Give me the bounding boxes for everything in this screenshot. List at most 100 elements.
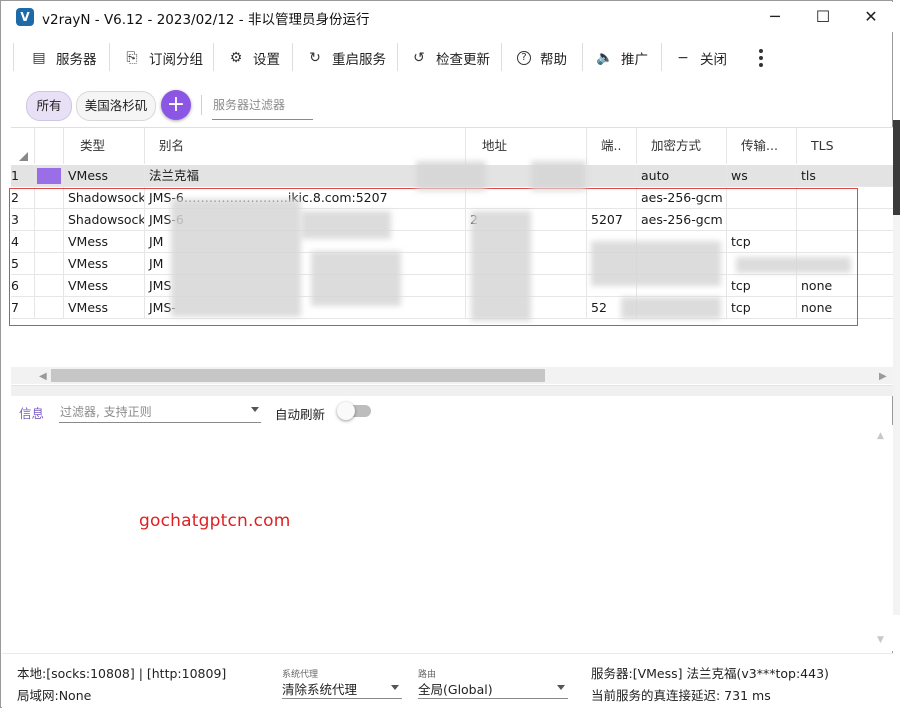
main-toolbar: ▤ 服务器 ⎘ 订阅分组 ⚙ 设置 ↻ 重启服务 ↺ 检查更新 ? 帮助 �: [11, 39, 893, 77]
auto-refresh-toggle[interactable]: [337, 402, 371, 420]
cell-security: aes-256-gcm: [637, 187, 727, 208]
local-ports-status: 本地:[socks:10808] | [http:10809]: [17, 666, 227, 681]
toolbar-separator: [109, 43, 110, 71]
maximize-button[interactable]: ☐: [800, 6, 846, 28]
header-port[interactable]: 端..: [587, 128, 637, 164]
system-proxy-dropdown[interactable]: 清除系统代理: [282, 678, 402, 699]
help-button[interactable]: ? 帮助: [517, 39, 567, 77]
latency-status: 当前服务的真连接延迟: 731 ms: [591, 688, 771, 703]
close-window-button[interactable]: ✕: [848, 6, 894, 28]
scroll-left-icon[interactable]: ◀: [39, 371, 47, 382]
header-network[interactable]: 传输...: [727, 128, 797, 164]
table-row[interactable]: 7 VMess JMS- 52 tcp none: [11, 297, 893, 319]
row-color-cell: [35, 209, 64, 230]
close-app-label: 关闭: [700, 52, 727, 68]
restart-icon: ↻: [309, 50, 321, 66]
cell-port: 52: [587, 297, 637, 318]
header-address[interactable]: 地址: [466, 128, 587, 164]
scroll-right-icon[interactable]: ▶: [879, 371, 887, 382]
routing-dropdown[interactable]: 全局(Global): [418, 678, 568, 699]
cell-address: 2: [466, 209, 587, 230]
cell-address: [466, 165, 587, 186]
maximize-icon: ☐: [815, 7, 831, 26]
more-dots-icon: [759, 49, 763, 53]
log-filter-placeholder: 过滤器, 支持正则: [60, 405, 152, 419]
table-row[interactable]: 6 VMess JMS tcp none: [11, 275, 893, 297]
cell-tls: [797, 187, 893, 208]
cell-network: tcp: [727, 275, 797, 296]
check-update-button[interactable]: ↺ 检查更新: [411, 39, 490, 77]
cell-alias: JMS: [145, 275, 466, 296]
table-row[interactable]: 2 Shadowsocks JMS-6…………………….ikic.8.com:520…: [11, 187, 893, 209]
cell-tls: none: [801, 278, 833, 293]
chip-all[interactable]: 所有: [26, 91, 72, 121]
panel-splitter[interactable]: [11, 385, 893, 396]
more-options-button[interactable]: [751, 39, 771, 77]
cell-network: ws: [727, 165, 797, 186]
row-color-cell: [35, 187, 64, 208]
background-window-edge: [893, 120, 900, 215]
promote-label: 推广: [621, 52, 648, 68]
header-color: [35, 128, 64, 164]
header-tls[interactable]: TLS: [797, 128, 893, 164]
header-type[interactable]: 类型: [64, 128, 145, 164]
scrollbar-thumb[interactable]: [51, 369, 545, 382]
cell-address: [466, 231, 587, 252]
toolbar-separator: [397, 43, 398, 71]
cell-network: [727, 209, 797, 230]
cell-address: [466, 275, 587, 296]
header-index: [11, 128, 35, 164]
settings-label: 设置: [253, 52, 280, 68]
cell-tls: [797, 209, 893, 230]
cell-network: [727, 253, 797, 274]
server-icon: ▤: [32, 50, 46, 66]
help-icon: ?: [517, 51, 531, 65]
toggle-knob: [337, 402, 355, 420]
cell-address: [466, 187, 587, 208]
chip-us-los-angeles[interactable]: 美国洛杉矶: [76, 91, 156, 121]
row-color-cell: [35, 275, 64, 296]
grid-horizontal-scrollbar[interactable]: ◀ ▶: [11, 367, 893, 384]
cell-index: 1: [11, 165, 35, 186]
plus-icon: +: [166, 92, 186, 117]
subscription-button[interactable]: ⎘ 订阅分组: [124, 39, 203, 77]
log-output-area[interactable]: [11, 425, 893, 651]
status-bar: 本地:[socks:10808] | [http:10809] 局域网:None…: [2, 653, 893, 709]
log-info-tab[interactable]: 信息: [19, 403, 44, 422]
minimize-button[interactable]: ─: [752, 6, 798, 28]
cell-type: VMess: [64, 297, 145, 318]
title-bar: V v2rayN - V6.12 - 2023/02/12 - 非以管理员身份运…: [2, 2, 893, 32]
table-row[interactable]: 5 VMess JM: [11, 253, 893, 275]
header-security[interactable]: 加密方式: [637, 128, 727, 164]
cell-alias: JMS-: [145, 297, 466, 318]
restart-service-button[interactable]: ↻ 重启服务: [307, 39, 386, 77]
current-server-status: 服务器:[VMess] 法兰克福(v3***top:443): [591, 666, 829, 681]
scroll-down-icon[interactable]: ▼: [877, 635, 884, 645]
filter-separator: [201, 95, 202, 115]
cell-type: VMess: [64, 253, 145, 274]
cell-port: 5207: [587, 209, 637, 230]
chevron-down-icon: [557, 685, 565, 690]
table-row[interactable]: 4 VMess JM tcp: [11, 231, 893, 253]
header-alias[interactable]: 别名: [145, 128, 466, 164]
settings-button[interactable]: ⚙ 设置: [228, 39, 280, 77]
group-color-swatch: [37, 168, 61, 184]
window-title: v2rayN - V6.12 - 2023/02/12 - 非以管理员身份运行: [42, 12, 370, 28]
cell-address: [466, 297, 587, 318]
app-window: V v2rayN - V6.12 - 2023/02/12 - 非以管理员身份运…: [0, 0, 893, 709]
lan-status: 局域网:None: [17, 688, 92, 703]
cell-port: [587, 187, 637, 208]
close-app-button[interactable]: − 关闭: [675, 39, 727, 77]
scroll-up-icon[interactable]: ▲: [877, 431, 884, 441]
cell-type: Shadowsocks: [64, 187, 145, 208]
log-filter-combobox[interactable]: 过滤器, 支持正则: [59, 400, 261, 423]
table-row[interactable]: 3 Shadowsocks JMS-6 2 5207 aes-256-gcm: [11, 209, 893, 231]
table-row[interactable]: 1 VMess 法兰克福 auto ws tls: [11, 165, 893, 187]
add-subscription-button[interactable]: +: [161, 90, 191, 120]
server-filter-input[interactable]: [212, 91, 313, 120]
promote-button[interactable]: 🔈 推广: [596, 39, 648, 77]
cell-alias: JM: [145, 253, 466, 274]
servers-button[interactable]: ▤ 服务器: [31, 39, 96, 77]
cell-index: 3: [11, 209, 35, 230]
gear-icon: ⚙: [229, 50, 243, 66]
